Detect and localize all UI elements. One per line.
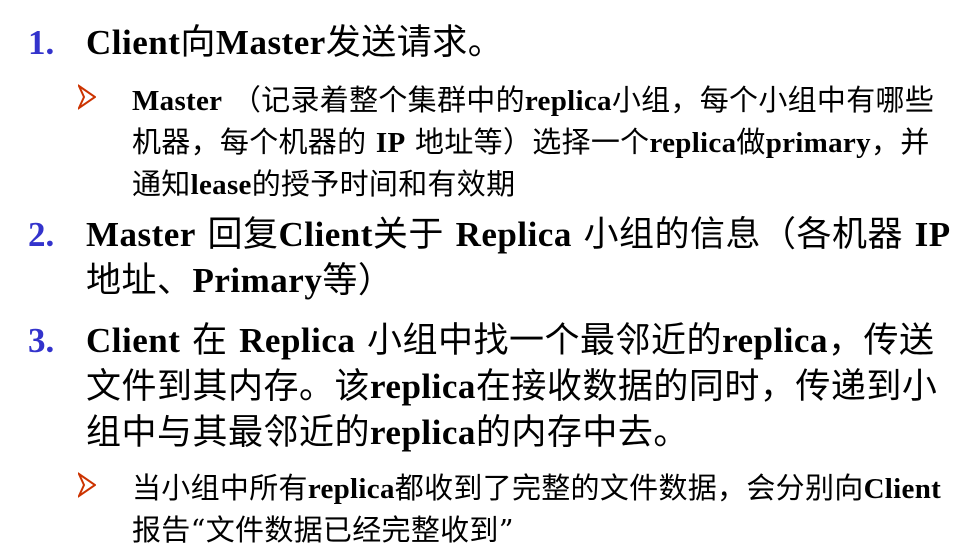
list-item-1: 1. Client向Master发送请求。: [28, 20, 953, 66]
arrow-bullet-icon: [78, 84, 96, 110]
item-number: 1.: [28, 23, 55, 62]
item-number: 2.: [28, 215, 55, 254]
sub-item-1-1: Master （记录着整个集群中的replica小组，每个小组中有哪些机器，每个…: [78, 80, 958, 206]
slide: 1. Client向Master发送请求。 Master （记录着整个集群中的r…: [0, 0, 963, 550]
list-item-2: 2. Master 回复Client关于 Replica 小组的信息（各机器 I…: [28, 212, 953, 304]
arrow-bullet-icon: [78, 472, 96, 498]
sub-item-3-1: 当小组中所有replica都收到了完整的文件数据，会分别向Client报告“文件…: [78, 468, 958, 551]
list-item-3: 3. Client 在 Replica 小组中找一个最邻近的replica，传送…: [28, 318, 953, 456]
item-text: Master 回复Client关于 Replica 小组的信息（各机器 IP 地…: [86, 215, 951, 301]
item-text: Client 在 Replica 小组中找一个最邻近的replica，传送文件到…: [86, 321, 938, 453]
item-text: Client向Master发送请求。: [86, 23, 504, 63]
sub-item-text: Master （记录着整个集群中的replica小组，每个小组中有哪些机器，每个…: [132, 83, 935, 201]
item-number: 3.: [28, 321, 55, 360]
sub-item-text: 当小组中所有replica都收到了完整的文件数据，会分别向Client报告“文件…: [132, 471, 942, 547]
